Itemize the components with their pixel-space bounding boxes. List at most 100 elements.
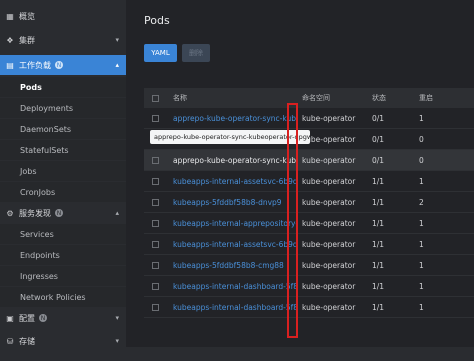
pod-name-link-text[interactable]: kubeapps-internal-dashboard-5f8b6dc	[173, 282, 297, 291]
grid-icon: ▦	[6, 11, 14, 21]
column-header-status[interactable]: 状态	[372, 88, 402, 108]
column-header-name[interactable]: 名称	[173, 88, 297, 108]
page-title: Pods	[144, 14, 170, 27]
restarts-cell: 1	[419, 108, 449, 128]
pod-name-link-text[interactable]: apprepo-kube-operator-sync-kubeoperator	[173, 156, 297, 165]
row-checkbox[interactable]	[152, 297, 162, 317]
chevron-icon: ▴	[115, 61, 119, 69]
restarts-cell: 1	[419, 234, 449, 254]
pod-name-link[interactable]: kubeapps-internal-assetsvc-6b9dbf5b	[173, 234, 297, 254]
restarts-cell-text: 1	[419, 113, 424, 123]
sidebar-group-2[interactable]: ▤ 工作负载 N ▴	[0, 55, 126, 75]
sidebar-item-3[interactable]: Pods	[0, 77, 126, 97]
sidebar-item-4[interactable]: Deployments	[0, 98, 126, 118]
restarts-cell-text: 1	[419, 260, 424, 270]
restarts-cell-text: 1	[419, 302, 424, 312]
table-row[interactable]: kubeapps-internal-dashboard-5f8b6dc kube-…	[144, 297, 474, 318]
pod-name-link-text[interactable]: apprepo-kube-operator-sync-kubeoperator	[173, 114, 297, 123]
status-cell: 1/1	[372, 255, 402, 275]
pod-name-link[interactable]: kubeapps-internal-dashboard-5f8b6dc	[173, 297, 297, 317]
pod-name-link[interactable]: kubeapps-internal-assetsvc-6b9dbf5b	[173, 171, 297, 191]
table-row[interactable]: kubeapps-internal-apprepository-contr kub…	[144, 213, 474, 234]
sidebar-group-1[interactable]: ❖ 集群 ▾	[0, 30, 126, 50]
new-badge: N	[55, 61, 63, 69]
table-row[interactable]: kubeapps-internal-dashboard-5f8b6dc kube-…	[144, 276, 474, 297]
pod-name-link[interactable]: apprepo-kube-operator-sync-kubeoperator	[173, 150, 297, 170]
sidebar-item-13[interactable]: Network Policies	[0, 287, 126, 307]
row-checkbox[interactable]	[152, 171, 162, 191]
yaml-button[interactable]: YAML	[144, 44, 177, 62]
sidebar-item-6[interactable]: StatefulSets	[0, 140, 126, 160]
namespace-cell: kube-operator	[302, 276, 362, 296]
pod-name-link-text[interactable]: kubeapps-internal-apprepository-contr	[173, 219, 297, 228]
restarts-cell-text: 2	[419, 197, 424, 207]
sidebar-group-15[interactable]: ⛁ 存储 ▾	[0, 331, 126, 351]
sidebar-item-5[interactable]: DaemonSets	[0, 119, 126, 139]
config-icon: ▣	[6, 313, 14, 323]
service-icon: ⚙	[6, 208, 14, 218]
pod-name-link-text[interactable]: kubeapps-internal-dashboard-5f8b6dc	[173, 303, 297, 312]
column-header-restarts[interactable]: 重启	[419, 88, 449, 108]
row-checkbox[interactable]	[152, 213, 162, 233]
row-checkbox[interactable]	[152, 234, 162, 254]
new-badge: N	[39, 314, 47, 322]
table-row[interactable]: apprepo-kube-operator-sync-kubeoperator k…	[144, 150, 474, 171]
pod-name-link[interactable]: kubeapps-internal-dashboard-5f8b6dc	[173, 276, 297, 296]
table-header: 名称 命名空间 状态 重启	[144, 88, 474, 108]
namespace-cell-text: kube-operator	[302, 218, 356, 228]
pod-name-link-text[interactable]: kubeapps-5fddbf58b8-cmg88	[173, 261, 284, 270]
pod-name-link[interactable]: apprepo-kube-operator-sync-kubeoperator	[173, 108, 297, 128]
pod-name-link-text[interactable]: kubeapps-internal-assetsvc-6b9dbf5b	[173, 177, 297, 186]
column-header-namespace[interactable]: 命名空间	[302, 88, 362, 108]
sidebar-group-label: 集群	[19, 35, 35, 45]
table-row[interactable]: kubeapps-5fddbf58b8-dnvp9 kube-operator 1/…	[144, 192, 474, 213]
table-row[interactable]: kubeapps-internal-assetsvc-6b9dbf5b kube-…	[144, 171, 474, 192]
restarts-cell-text: 1	[419, 281, 424, 291]
new-badge: N	[55, 209, 63, 217]
chevron-icon: ▾	[115, 314, 119, 322]
pod-name-tooltip: apprepo-kube-operator-sync-kubeoperator-…	[150, 130, 310, 144]
namespace-cell-text: kube-operator	[302, 113, 356, 123]
namespace-cell: kube-operator	[302, 213, 362, 233]
sidebar-group-label: 配置	[19, 313, 35, 323]
table-row[interactable]: apprepo-kube-operator-sync-kubeoperator k…	[144, 108, 474, 129]
namespace-cell: kube-operator	[302, 108, 362, 128]
pod-name-link[interactable]: kubeapps-5fddbf58b8-dnvp9	[173, 192, 297, 212]
sidebar-group-0[interactable]: ▦ 概览	[0, 6, 126, 26]
restarts-cell: 0	[419, 129, 449, 149]
table-row[interactable]: kubeapps-5fddbf58b8-cmg88 kube-operator 1/…	[144, 255, 474, 276]
namespace-cell-text: kube-operator	[302, 134, 356, 144]
namespace-cell-text: kube-operator	[302, 176, 356, 186]
sidebar-item-8[interactable]: CronJobs	[0, 182, 126, 202]
sidebar-item-10[interactable]: Services	[0, 224, 126, 244]
app: ▦ 概览 ❖ 集群 ▾ ▤ 工作负载 N ▴ Pods Deployments DaemonSets S…	[0, 0, 474, 361]
sidebar-item-11[interactable]: Endpoints	[0, 245, 126, 265]
sidebar-group-label: 存储	[19, 336, 35, 346]
delete-button[interactable]: 删除	[182, 44, 210, 62]
restarts-cell: 1	[419, 171, 449, 191]
row-checkbox[interactable]	[152, 150, 162, 170]
row-checkbox[interactable]	[152, 192, 162, 212]
status-cell: 0/1	[372, 150, 402, 170]
sidebar-group-14[interactable]: ▣ 配置 N ▾	[0, 308, 126, 328]
row-checkbox[interactable]	[152, 276, 162, 296]
sidebar-group-9[interactable]: ⚙ 服务发现 N ▴	[0, 203, 126, 223]
row-checkbox[interactable]	[152, 108, 162, 128]
pod-name-link-text[interactable]: kubeapps-internal-assetsvc-6b9dbf5b	[173, 240, 297, 249]
bottom-bar	[126, 347, 474, 361]
pod-name-link[interactable]: kubeapps-internal-apprepository-contr	[173, 213, 297, 233]
sidebar-item-7[interactable]: Jobs	[0, 161, 126, 181]
pod-name-link-text[interactable]: kubeapps-5fddbf58b8-dnvp9	[173, 198, 282, 207]
highlight-annotation-box	[287, 103, 298, 338]
table-row[interactable]: kubeapps-internal-assetsvc-6b9dbf5b kube-…	[144, 234, 474, 255]
sidebar-group-label: 概览	[19, 11, 35, 21]
storage-icon: ⛁	[6, 336, 14, 346]
row-checkbox[interactable]	[152, 255, 162, 275]
restarts-cell: 0	[419, 150, 449, 170]
restarts-cell-text: 1	[419, 239, 424, 249]
namespace-cell-text: kube-operator	[302, 197, 356, 207]
status-cell-text: 1/1	[372, 218, 385, 228]
sidebar-item-12[interactable]: Ingresses	[0, 266, 126, 286]
select-all-checkbox[interactable]	[152, 88, 162, 108]
pod-name-link[interactable]: kubeapps-5fddbf58b8-cmg88	[173, 255, 297, 275]
